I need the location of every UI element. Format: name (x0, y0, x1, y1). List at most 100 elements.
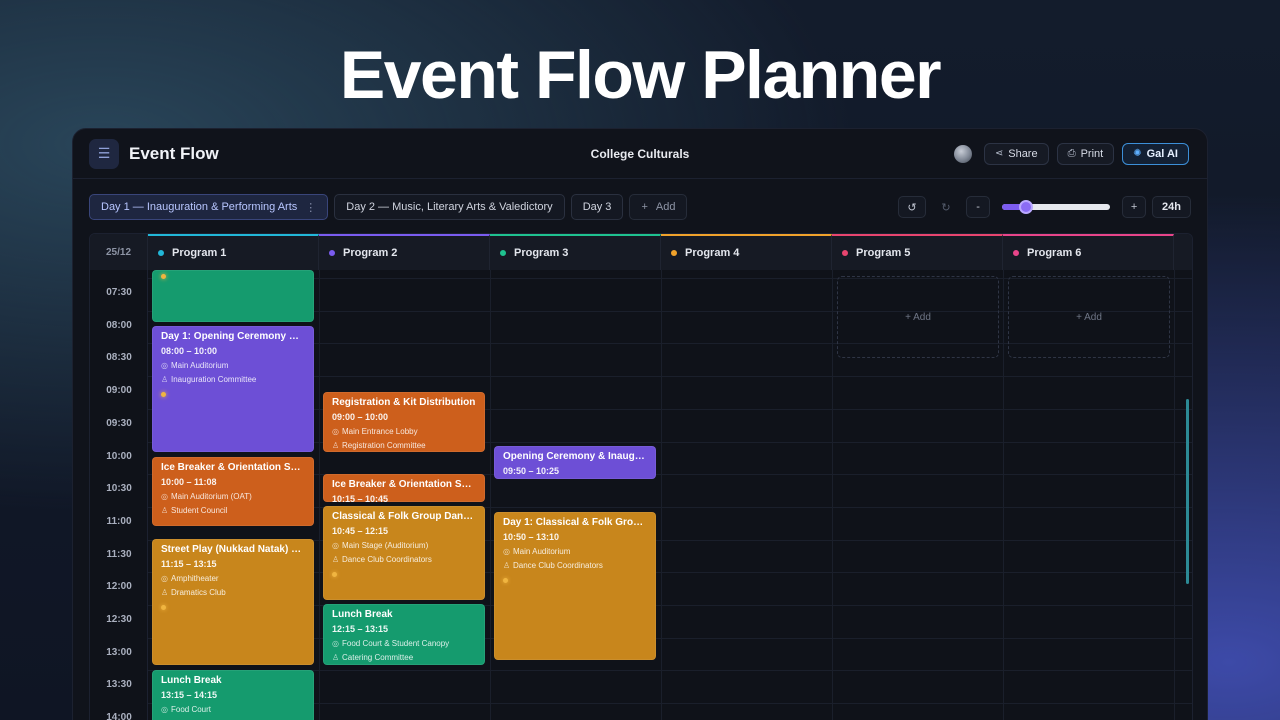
time-label: 13:00 (106, 646, 132, 658)
tab-label: Day 1 — Inauguration & Performing Arts (101, 201, 298, 213)
status-dot (332, 572, 337, 577)
program-dot (500, 250, 506, 256)
event-card[interactable]: Lunch Break 12:15 – 13:15 ◎ Food Court & … (323, 604, 485, 665)
event-title: Opening Ceremony & Inaugur... (503, 451, 647, 462)
program-column-header[interactable]: Program 2 (319, 234, 490, 270)
hero-title: Event Flow Planner (339, 37, 942, 113)
add-label: Add (655, 201, 676, 213)
program-column-header[interactable]: Program 3 (490, 234, 661, 270)
event-time: 10:45 – 12:15 (332, 526, 389, 536)
add-day-button[interactable]: + Add (629, 194, 688, 220)
undo-icon[interactable]: ↺ (898, 196, 927, 218)
event-time: 13:15 – 14:15 (161, 690, 218, 700)
event-card[interactable]: Ice Breaker & Orientation Sess... 10:15 … (323, 474, 485, 502)
grid-column-line (319, 270, 320, 720)
add-slot-program-5[interactable]: + Add (837, 276, 999, 358)
event-card[interactable]: Day 1: Opening Ceremony & In... 08:00 – … (152, 326, 314, 452)
program-name: Program 1 (172, 247, 227, 259)
tab-day-3[interactable]: Day 3 (570, 194, 624, 220)
print-label: Print (1080, 147, 1104, 160)
event-card[interactable]: Classical & Folk Group Dance ... 10:45 –… (323, 506, 485, 600)
event-location: ◎ Food Court & Student Canopy (332, 639, 450, 648)
zoom-in-button[interactable]: + (1122, 196, 1147, 218)
time-label: 14:00 (106, 712, 132, 720)
program-column-header[interactable]: Program 1 (148, 234, 319, 270)
vertical-scrollbar[interactable] (1186, 399, 1189, 584)
time-label: 10:00 (106, 450, 132, 462)
avatar[interactable] (953, 144, 972, 163)
location-pin-icon: ◎ (161, 705, 168, 714)
tab-label: Day 3 (582, 201, 612, 213)
program-dot (329, 250, 335, 256)
event-time: 11:15 – 13:15 (161, 559, 217, 569)
location-pin-icon: ◎ (161, 361, 168, 370)
zoom-slider[interactable] (1002, 200, 1111, 214)
time-label: 10:30 (106, 483, 132, 495)
tab-day-1[interactable]: Day 1 — Inauguration & Performing Arts ⋮ (89, 194, 329, 220)
person-icon: ♙ (332, 441, 340, 450)
program-column-header[interactable]: Program 4 (661, 234, 832, 270)
program-name: Program 4 (685, 247, 740, 259)
event-title: Lunch Break (161, 675, 222, 686)
event-organizer: ♙ Registration Committee (332, 441, 426, 450)
event-time: 09:50 – 10:25 (503, 466, 560, 476)
event-card[interactable]: Street Play (Nukkad Natak) Co... 11:15 –… (152, 539, 314, 665)
time-label: 12:00 (106, 581, 132, 593)
location-pin-icon: ◎ (332, 639, 339, 648)
event-card[interactable]: Ice Breaker & Orientation Sess... 10:00 … (152, 457, 314, 526)
grid-header: 25/12 Program 1 Program 2 Program 3 Prog… (90, 234, 1192, 270)
event-title: Ice Breaker & Orientation Sess... (332, 479, 476, 490)
schedule-grid: 25/12 Program 1 Program 2 Program 3 Prog… (89, 233, 1193, 720)
time-label: 13:30 (106, 679, 132, 691)
event-card[interactable]: Registration & Kit Distribution 09:00 – … (323, 392, 485, 452)
event-title: Day 1: Classical & Folk Group D... (503, 517, 647, 528)
event-time: 10:15 – 10:45 (332, 494, 389, 502)
program-dot (158, 250, 164, 256)
program-dot (1013, 250, 1019, 256)
zoom-level-label: 24h (1152, 196, 1191, 218)
event-location: ◎ Main Stage (Auditorium) (332, 541, 429, 550)
app-window: ☰ Event Flow College Culturals ⋖ Share ⎙… (72, 128, 1208, 720)
event-card[interactable]: Opening Ceremony & Inaugur... 09:50 – 10… (494, 446, 656, 479)
ai-button[interactable]: ✺ Gal AI (1122, 142, 1189, 165)
share-button[interactable]: ⋖ Share (983, 142, 1049, 165)
add-slot-program-6[interactable]: + Add (1008, 276, 1170, 358)
zoom-out-button[interactable]: - (966, 196, 991, 218)
redo-icon[interactable]: ↻ (932, 196, 960, 218)
time-label: 11:00 (106, 515, 132, 527)
time-label: 12:30 (106, 614, 132, 625)
event-organizer: ♙ Dance Club Coordinators (332, 555, 432, 564)
location-pin-icon: ◎ (503, 547, 510, 556)
event-title: Classical & Folk Group Dance ... (332, 511, 476, 522)
time-label: 08:00 (106, 319, 132, 331)
grid-column-line (1174, 270, 1175, 720)
grid-column-line (1003, 270, 1004, 720)
more-options-icon[interactable]: ⋮ (305, 201, 316, 214)
event-card[interactable] (152, 270, 314, 322)
program-name: Program 2 (343, 247, 398, 259)
status-dot (161, 392, 166, 397)
zoom-slider-knob[interactable] (1018, 200, 1033, 214)
menu-list-icon[interactable]: ☰ (89, 138, 119, 169)
event-title: Street Play (Nukkad Natak) Co... (161, 544, 305, 555)
time-label: 07:30 (106, 287, 132, 298)
ai-label: Gal AI (1146, 147, 1178, 160)
location-pin-icon: ◎ (332, 541, 339, 550)
event-time: 10:50 – 13:10 (503, 532, 560, 542)
person-icon: ♙ (161, 588, 169, 597)
grid-column-line (661, 270, 662, 720)
event-card[interactable]: Lunch Break 13:15 – 14:15 ◎ Food Court (152, 670, 314, 720)
location-pin-icon: ◎ (161, 574, 168, 583)
print-button[interactable]: ⎙ Print (1056, 142, 1115, 165)
program-column-header[interactable]: Program 6 (1003, 234, 1174, 270)
time-label: 08:30 (106, 352, 132, 364)
event-card[interactable]: Day 1: Classical & Folk Group D... 10:50… (494, 512, 656, 660)
day-tabs-bar: Day 1 — Inauguration & Performing Arts ⋮… (73, 179, 1207, 235)
tab-label: Day 2 — Music, Literary Arts & Valedicto… (346, 201, 553, 213)
event-time: 12:15 – 13:15 (332, 624, 389, 634)
person-icon: ♙ (161, 506, 169, 515)
plus-icon: + (641, 201, 648, 213)
person-icon: ♙ (161, 375, 169, 384)
program-column-header[interactable]: Program 5 (832, 234, 1003, 270)
tab-day-2[interactable]: Day 2 — Music, Literary Arts & Valedicto… (334, 194, 565, 220)
